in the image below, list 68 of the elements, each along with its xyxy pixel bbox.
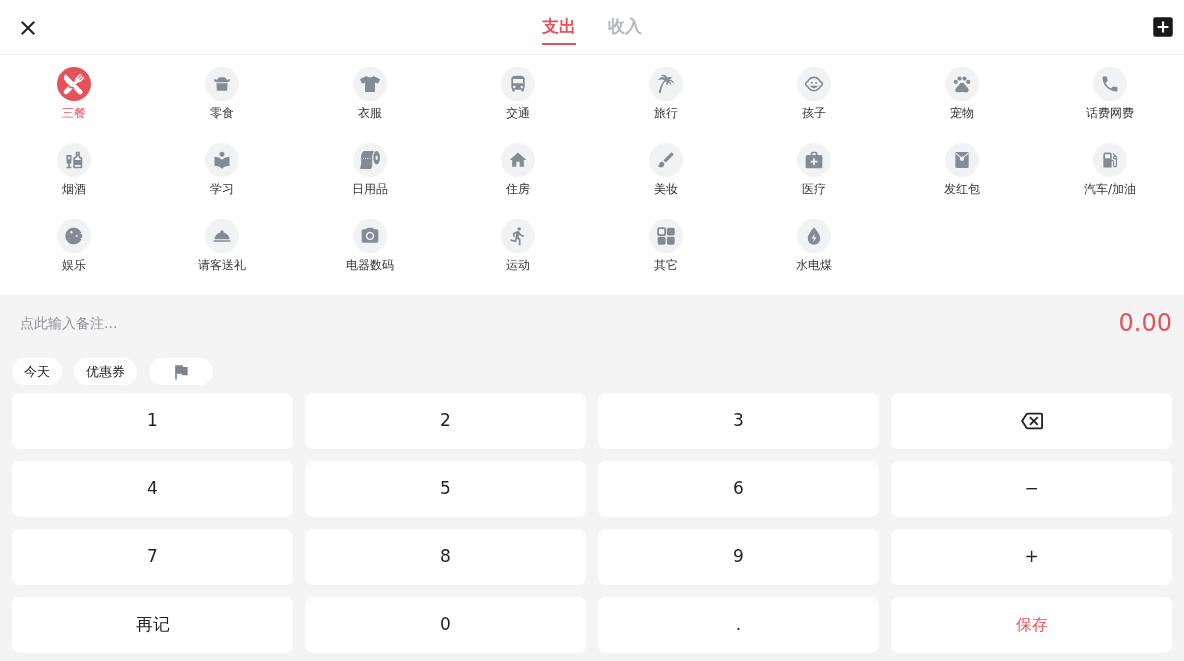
service-bell-icon xyxy=(205,219,239,253)
category-item[interactable]: 宠物 xyxy=(914,67,1010,122)
keypad-key[interactable]: 0 xyxy=(305,597,586,653)
keypad-key[interactable]: 9 xyxy=(598,529,879,585)
runner-icon xyxy=(501,219,535,253)
keypad-key[interactable]: 5 xyxy=(305,461,586,517)
category-item[interactable]: 运动 xyxy=(470,219,566,274)
tshirt-icon xyxy=(353,67,387,101)
category-item[interactable]: 住房 xyxy=(470,143,566,198)
grid-icon xyxy=(649,219,683,253)
paper-roll-icon xyxy=(353,143,387,177)
chip-button[interactable]: 优惠券 xyxy=(74,358,137,385)
add-button[interactable] xyxy=(1150,14,1176,40)
amount-display: 0.00 xyxy=(1118,308,1172,339)
category-item[interactable]: 美妆 xyxy=(618,143,714,198)
category-item[interactable]: 电器数码 xyxy=(322,219,418,274)
category-item[interactable]: 学习 xyxy=(174,143,270,198)
category-item[interactable]: 请客送礼 xyxy=(174,219,270,274)
tab[interactable]: 支出 xyxy=(542,0,576,55)
fuel-pump-icon xyxy=(1093,143,1127,177)
person-reading-icon xyxy=(205,143,239,177)
category-item[interactable]: 三餐 xyxy=(26,67,122,122)
add-icon xyxy=(1150,14,1176,40)
phone-icon xyxy=(1093,67,1127,101)
child-face-icon xyxy=(797,67,831,101)
camera-icon xyxy=(353,219,387,253)
backspace-icon xyxy=(1020,410,1043,432)
keypad-key[interactable]: 2 xyxy=(305,393,586,449)
category-item[interactable]: 水电煤 xyxy=(766,219,862,274)
keypad-key[interactable]: 3 xyxy=(598,393,879,449)
keypad-key[interactable]: 6 xyxy=(598,461,879,517)
takeout-box-icon xyxy=(205,67,239,101)
category-item[interactable]: 娱乐 xyxy=(26,219,122,274)
category-item[interactable]: 交通 xyxy=(470,67,566,122)
keypad-key[interactable]: 再记 xyxy=(12,597,293,653)
category-item[interactable]: 汽车/加油 xyxy=(1062,143,1158,198)
category-item[interactable]: 医疗 xyxy=(766,143,862,198)
bus-icon xyxy=(501,67,535,101)
paw-icon xyxy=(945,67,979,101)
category-item[interactable]: 日用品 xyxy=(322,143,418,198)
save-key[interactable]: 保存 xyxy=(891,597,1172,653)
category-item[interactable]: 其它 xyxy=(618,219,714,274)
envelope-icon xyxy=(945,143,979,177)
keypad-key[interactable]: 4 xyxy=(12,461,293,517)
palm-tree-icon xyxy=(649,67,683,101)
keypad-key[interactable]: 8 xyxy=(305,529,586,585)
keypad-key[interactable]: − xyxy=(891,461,1172,517)
category-item[interactable]: 孩子 xyxy=(766,67,862,122)
remark-field[interactable]: 点此输入备注... xyxy=(20,308,520,338)
brush-icon xyxy=(649,143,683,177)
house-icon xyxy=(501,143,535,177)
keypad-key[interactable]: 1 xyxy=(12,393,293,449)
keypad-key[interactable]: 7 xyxy=(12,529,293,585)
category-item[interactable]: 旅行 xyxy=(618,67,714,122)
category-item[interactable]: 衣服 xyxy=(322,67,418,122)
drop-bolt-icon xyxy=(797,219,831,253)
bottle-icon xyxy=(57,143,91,177)
flag-button[interactable] xyxy=(149,358,213,385)
medical-kit-icon xyxy=(797,143,831,177)
category-item[interactable]: 话费网费 xyxy=(1062,67,1158,122)
fork-knife-icon xyxy=(57,67,91,101)
category-item[interactable]: 发红包 xyxy=(914,143,1010,198)
keypad-key[interactable]: . xyxy=(598,597,879,653)
keypad-key[interactable]: + xyxy=(891,529,1172,585)
chip-button[interactable]: 今天 xyxy=(12,358,62,385)
category-item[interactable]: 零食 xyxy=(174,67,270,122)
pacman-icon xyxy=(57,219,91,253)
category-item[interactable]: 烟酒 xyxy=(26,143,122,198)
